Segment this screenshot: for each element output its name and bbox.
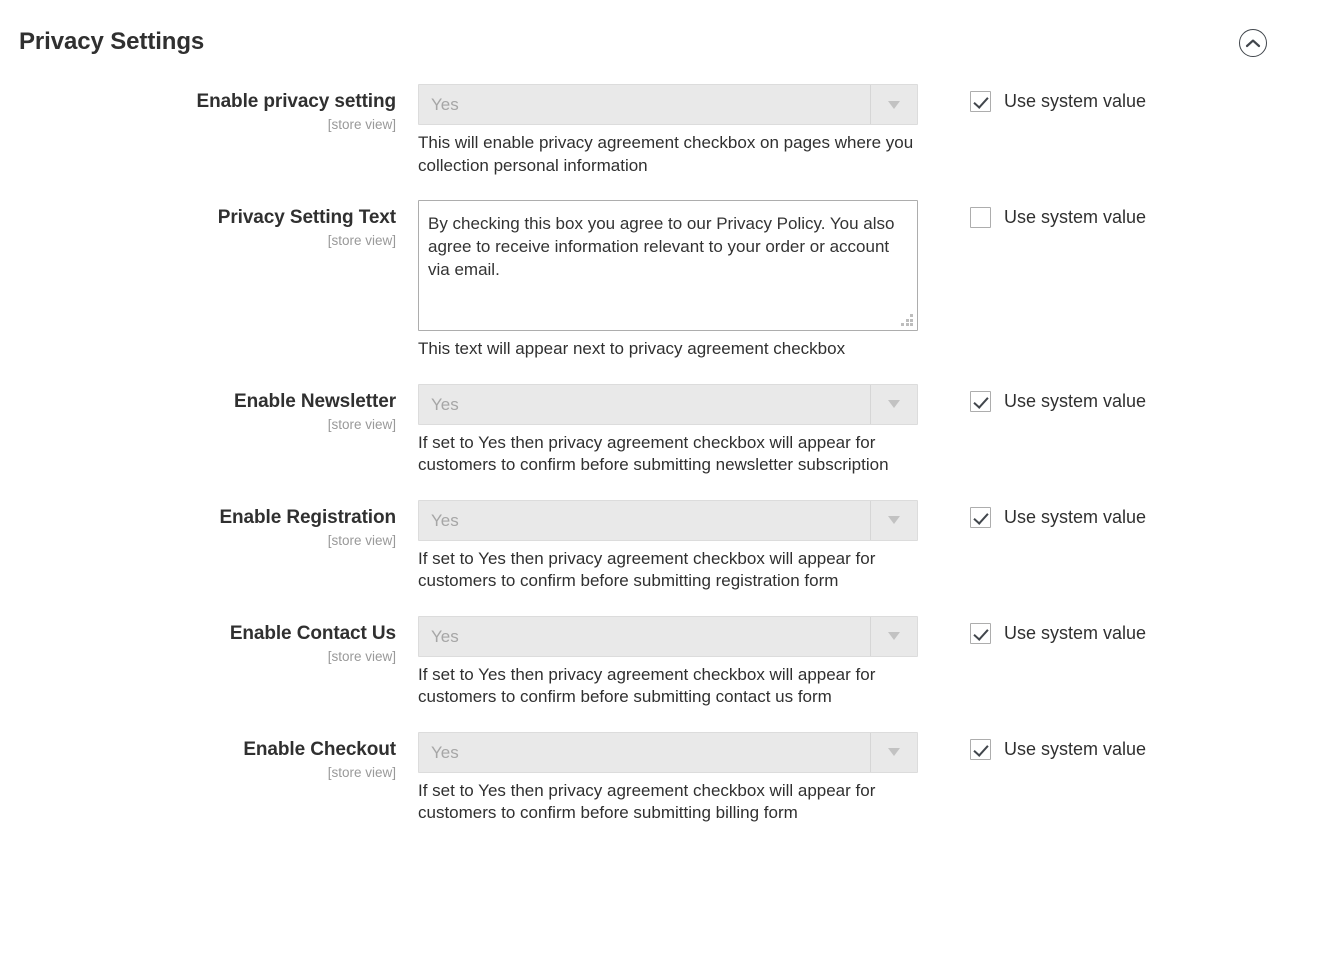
field-label-group-enable-newsletter: Enable Newsletter [store view] — [0, 384, 418, 434]
chevron-down-icon[interactable] — [870, 500, 917, 540]
select-value: Yes — [431, 742, 459, 762]
use-system-value-label: Use system value — [1004, 390, 1147, 411]
select-enable-registration[interactable]: Yes — [418, 499, 918, 541]
use-system-value-group-enable-checkout: Use system value — [920, 732, 1146, 760]
field-control-enable-contact-us: Yes If set to Yes then privacy agreement … — [418, 615, 920, 709]
field-label: Enable Registration — [219, 506, 396, 528]
field-label: Enable Contact Us — [229, 622, 396, 644]
field-label: Enable Newsletter — [234, 390, 396, 412]
caret-shape — [888, 748, 900, 756]
select-enable-privacy-setting[interactable]: Yes — [418, 84, 918, 125]
form-row-enable-privacy-setting: Enable privacy setting [store view] Yes Thi… — [0, 84, 1319, 177]
field-control-enable-registration: Yes If set to Yes then privacy agreement … — [418, 499, 920, 593]
form-row-privacy-setting-text: Privacy Setting Text [store view] By check… — [0, 200, 1319, 361]
field-label-group-enable-checkout: Enable Checkout [store view] — [0, 732, 418, 782]
use-system-value-label: Use system value — [1004, 622, 1147, 643]
chevron-down-icon[interactable] — [870, 384, 917, 424]
use-system-value-group-enable-contact-us: Use system value — [920, 616, 1146, 644]
select-enable-contact-us[interactable]: Yes — [418, 615, 918, 657]
select-value: Yes — [431, 394, 459, 414]
chevron-down-icon[interactable] — [870, 732, 917, 772]
caret-shape — [888, 100, 900, 109]
form-row-enable-registration: Enable Registration [store view] Yes If set… — [0, 499, 1319, 593]
field-scope-label: [store view] — [327, 648, 396, 664]
field-control-privacy-setting-text: By checking this box you agree to our Pr… — [418, 200, 920, 361]
field-control-enable-privacy-setting: Yes This will enable privacy agreement ch… — [418, 84, 920, 177]
select-enable-newsletter[interactable]: Yes — [418, 383, 918, 425]
form-row-enable-contact-us: Enable Contact Us [store view] Yes If set t… — [0, 615, 1319, 709]
checkbox-checked-icon[interactable] — [970, 622, 991, 644]
checkbox-checked-icon[interactable] — [970, 506, 991, 528]
field-label: Enable privacy setting — [196, 91, 397, 112]
use-system-value-group-enable-privacy-setting: Use system value — [920, 84, 1146, 112]
grip-dot — [901, 323, 904, 326]
form-row-enable-checkout: Enable Checkout [store view] Yes If set to … — [0, 731, 1319, 825]
form-row-enable-newsletter: Enable Newsletter [store view] Yes If set t… — [0, 383, 1319, 477]
caret-shape — [888, 516, 900, 524]
settings-form: Enable privacy setting [store view] Yes Thi… — [0, 84, 1319, 825]
use-system-value-group-enable-newsletter: Use system value — [920, 384, 1146, 412]
field-scope-label: [store view] — [327, 416, 396, 432]
field-scope-label: [store view] — [327, 233, 396, 248]
use-system-value-checkbox-privacy-setting-text[interactable]: Use system value — [970, 207, 1146, 228]
textarea-privacy-setting-text[interactable]: By checking this box you agree to our Pr… — [418, 200, 918, 331]
grip-dot — [910, 323, 913, 326]
field-note: This will enable privacy agreement check… — [418, 133, 914, 175]
grip-dot — [905, 318, 909, 322]
chevron-up-icon — [1245, 38, 1261, 49]
checkbox-unchecked-icon[interactable] — [970, 207, 991, 228]
field-scope-label: [store view] — [327, 764, 396, 780]
use-system-value-checkbox-enable-checkout[interactable]: Use system value — [970, 738, 1147, 760]
use-system-value-checkbox-enable-registration[interactable]: Use system value — [970, 506, 1147, 528]
select-enable-checkout[interactable]: Yes — [418, 731, 918, 773]
field-label: Privacy Setting Text — [217, 207, 396, 228]
field-note: If set to Yes then privacy agreement che… — [418, 432, 889, 475]
textarea-value: By checking this box you agree to our Pr… — [428, 214, 900, 279]
checkbox-checked-icon[interactable] — [970, 390, 991, 412]
select-value: Yes — [431, 95, 459, 114]
grip-dot — [905, 323, 909, 326]
privacy-settings-page: Privacy Settings Enable privacy setting [… — [0, 0, 1319, 966]
chevron-down-icon[interactable] — [870, 85, 917, 124]
field-note: If set to Yes then privacy agreement che… — [418, 664, 876, 707]
use-system-value-checkbox-enable-privacy-setting[interactable]: Use system value — [970, 91, 1146, 112]
field-note: If set to Yes then privacy agreement che… — [418, 780, 876, 823]
collapse-section-button[interactable] — [1239, 29, 1267, 57]
use-system-value-checkbox-enable-contact-us[interactable]: Use system value — [970, 622, 1147, 644]
field-label-group-enable-privacy-setting: Enable privacy setting [store view] — [0, 84, 418, 134]
checkbox-checked-icon[interactable] — [970, 91, 991, 112]
use-system-value-label: Use system value — [1004, 91, 1147, 111]
use-system-value-group-privacy-setting-text: Use system value — [920, 200, 1146, 228]
grip-dot — [910, 314, 913, 317]
select-value: Yes — [431, 626, 459, 646]
field-control-enable-newsletter: Yes If set to Yes then privacy agreement … — [418, 383, 920, 477]
field-note: If set to Yes then privacy agreement che… — [418, 548, 876, 591]
chevron-down-icon[interactable] — [870, 616, 917, 656]
field-label-group-enable-registration: Enable Registration [store view] — [0, 500, 418, 550]
field-scope-label: [store view] — [327, 532, 396, 548]
page-title: Privacy Settings — [19, 28, 205, 55]
field-scope-label: [store view] — [327, 117, 396, 132]
caret-shape — [888, 632, 900, 640]
resize-grip-icon[interactable] — [901, 314, 913, 326]
field-label-group-privacy-setting-text: Privacy Setting Text [store view] — [0, 200, 418, 250]
use-system-value-label: Use system value — [1004, 506, 1147, 527]
select-value: Yes — [431, 510, 459, 530]
use-system-value-label: Use system value — [1004, 738, 1147, 759]
field-control-enable-checkout: Yes If set to Yes then privacy agreement … — [418, 731, 920, 825]
checkbox-checked-icon[interactable] — [970, 738, 991, 760]
use-system-value-checkbox-enable-newsletter[interactable]: Use system value — [970, 390, 1147, 412]
field-label: Enable Checkout — [243, 738, 396, 760]
grip-dot — [910, 318, 913, 322]
section-header: Privacy Settings — [0, 0, 1319, 84]
field-label-group-enable-contact-us: Enable Contact Us [store view] — [0, 616, 418, 666]
use-system-value-group-enable-registration: Use system value — [920, 500, 1146, 528]
field-note: This text will appear next to privacy ag… — [418, 339, 846, 358]
use-system-value-label: Use system value — [1004, 207, 1147, 227]
caret-shape — [888, 400, 900, 408]
